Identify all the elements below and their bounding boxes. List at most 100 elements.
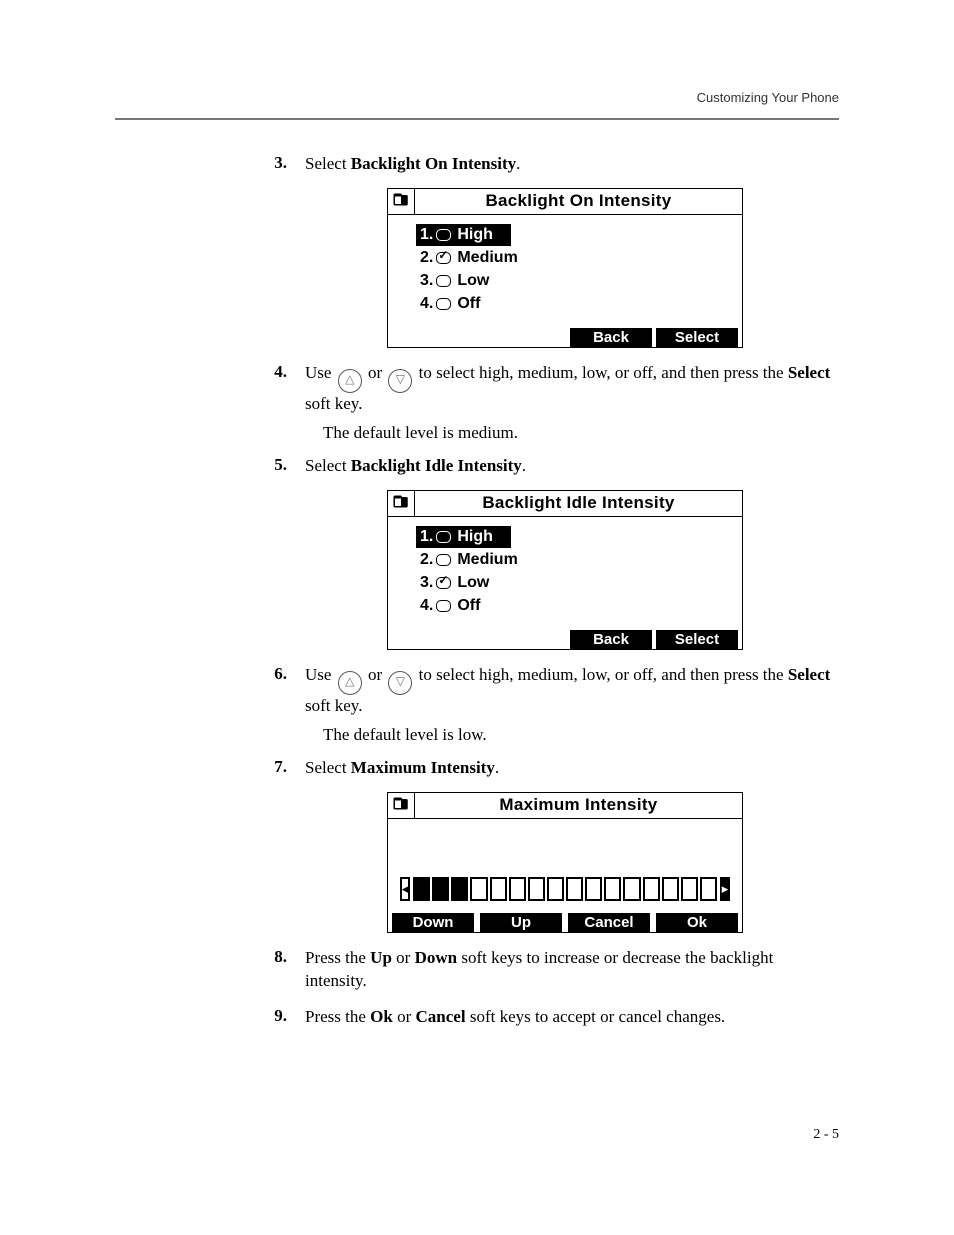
softkey-back[interactable]: Back: [570, 328, 652, 348]
bold-term: Select: [788, 363, 830, 382]
slider-segment: [547, 877, 564, 901]
item-label: Medium: [457, 551, 517, 569]
radio-icon: [436, 298, 451, 310]
step-body: Press the Ok or Cancel soft keys to acce…: [305, 1006, 839, 1029]
item-label: Off: [457, 597, 480, 615]
phone-screen-max-intensity: Maximum Intensity ◂ ▸ Down Up Cancel Ok: [387, 792, 743, 933]
text: soft key.: [305, 394, 362, 413]
step-9: 9. Press the Ok or Cancel soft keys to a…: [115, 1006, 839, 1029]
slider-segment: [451, 877, 468, 901]
step-number: 5.: [115, 455, 305, 478]
step-4-note: The default level is medium.: [323, 422, 839, 445]
down-arrow-icon: ▽: [388, 671, 412, 695]
step-number: 4.: [115, 362, 305, 416]
item-number: 2.: [420, 249, 433, 267]
menu-item-medium[interactable]: 2. Medium: [416, 549, 522, 571]
down-arrow-icon: ▽: [388, 369, 412, 393]
softkey-up[interactable]: Up: [480, 913, 562, 933]
step-body: Use △ or ▽ to select high, medium, low, …: [305, 362, 839, 416]
menu-item-high[interactable]: 1. High: [416, 224, 511, 246]
radio-icon: [436, 275, 451, 287]
text: or: [364, 665, 387, 684]
radio-checked-icon: [436, 252, 451, 264]
screen-title: Backlight Idle Intensity: [415, 491, 742, 516]
increment-icon[interactable]: ▸: [720, 877, 730, 901]
step-6: 6. Use △ or ▽ to select high, medium, lo…: [115, 664, 839, 718]
text: or: [392, 948, 415, 967]
text: .: [495, 758, 499, 777]
bold-term: Backlight Idle Intensity: [351, 456, 522, 475]
bold-term: Cancel: [416, 1007, 466, 1026]
phone-screen-on-intensity: Backlight On Intensity 1. High 2. Medium…: [387, 188, 743, 348]
text: or: [364, 363, 387, 382]
intensity-slider[interactable]: ◂ ▸: [400, 877, 730, 901]
step-body: Select Backlight Idle Intensity.: [305, 455, 839, 478]
item-label: Low: [457, 574, 489, 592]
slider-segment: [604, 877, 621, 901]
slider-segment: [662, 877, 679, 901]
item-number: 1.: [420, 528, 433, 546]
slider-segment: [700, 877, 717, 901]
slider-segment: [432, 877, 449, 901]
step-body: Use △ or ▽ to select high, medium, low, …: [305, 664, 839, 718]
step-number: 3.: [115, 153, 305, 176]
phone-screen-idle-intensity: Backlight Idle Intensity 1. High 2. Medi…: [387, 490, 743, 650]
text: .: [516, 154, 520, 173]
menu-item-low[interactable]: 3. Low: [416, 270, 493, 292]
menu-item-high[interactable]: 1. High: [416, 526, 511, 548]
step-number: 7.: [115, 757, 305, 780]
slider-segment: [623, 877, 640, 901]
text: Use: [305, 363, 336, 382]
bold-term: Maximum Intensity: [351, 758, 495, 777]
text: Press the: [305, 948, 370, 967]
menu-item-off[interactable]: 4. Off: [416, 293, 484, 315]
slider-segment: [490, 877, 507, 901]
phone-icon: [388, 793, 415, 818]
step-5: 5. Select Backlight Idle Intensity.: [115, 455, 839, 478]
text: Select: [305, 154, 351, 173]
up-arrow-icon: △: [338, 369, 362, 393]
phone-icon: [388, 491, 415, 516]
item-number: 4.: [420, 295, 433, 313]
menu-item-off[interactable]: 4. Off: [416, 595, 484, 617]
step-body: Press the Up or Down soft keys to increa…: [305, 947, 839, 993]
screen-title: Backlight On Intensity: [415, 189, 742, 214]
step-number: 9.: [115, 1006, 305, 1029]
slider-segment: [681, 877, 698, 901]
step-7: 7. Select Maximum Intensity.: [115, 757, 839, 780]
screen-title: Maximum Intensity: [415, 793, 742, 818]
softkey-cancel[interactable]: Cancel: [568, 913, 650, 933]
softkey-down[interactable]: Down: [392, 913, 474, 933]
running-head: Customizing Your Phone: [697, 90, 839, 105]
softkey-select[interactable]: Select: [656, 630, 738, 650]
text: soft key.: [305, 696, 362, 715]
text: Press the: [305, 1007, 370, 1026]
menu-item-low[interactable]: 3. Low: [416, 572, 493, 594]
text: or: [393, 1007, 416, 1026]
slider-track: [413, 877, 717, 901]
up-arrow-icon: △: [338, 671, 362, 695]
softkey-back[interactable]: Back: [570, 630, 652, 650]
softkey-select[interactable]: Select: [656, 328, 738, 348]
text: soft keys to accept or cancel changes.: [466, 1007, 726, 1026]
bold-term: Up: [370, 948, 392, 967]
slider-segment: [470, 877, 487, 901]
bold-term: Backlight On Intensity: [351, 154, 516, 173]
softkey-ok[interactable]: Ok: [656, 913, 738, 933]
text: Use: [305, 665, 336, 684]
slider-segment: [413, 877, 430, 901]
item-label: Off: [457, 295, 480, 313]
item-label: Medium: [457, 249, 517, 267]
decrement-icon[interactable]: ◂: [400, 877, 410, 901]
slider-segment: [643, 877, 660, 901]
menu-item-medium[interactable]: 2. Medium: [416, 247, 522, 269]
item-number: 2.: [420, 551, 433, 569]
phone-icon: [388, 189, 415, 214]
step-4: 4. Use △ or ▽ to select high, medium, lo…: [115, 362, 839, 416]
header-rule: [115, 118, 839, 120]
slider-segment: [528, 877, 545, 901]
text: .: [522, 456, 526, 475]
slider-segment: [566, 877, 583, 901]
text: to select high, medium, low, or off, and…: [414, 665, 787, 684]
bold-term: Select: [788, 665, 830, 684]
